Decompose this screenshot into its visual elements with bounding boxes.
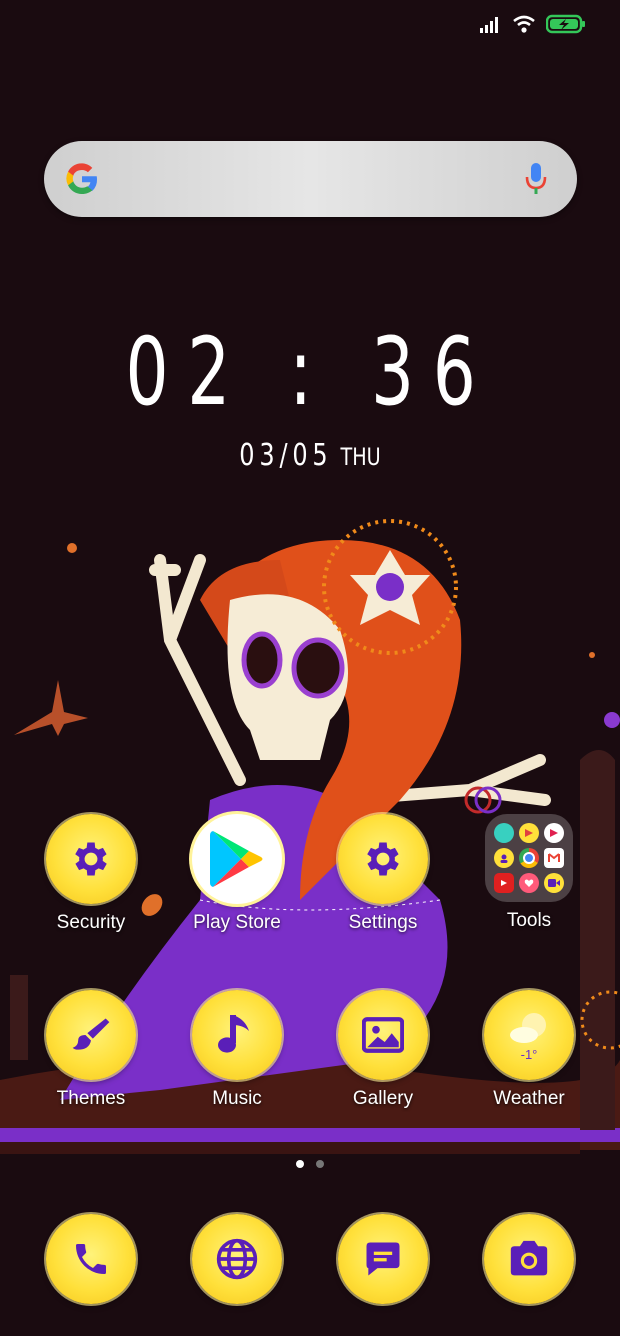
weather-temperature: -1°	[520, 1047, 538, 1062]
mini-app-icon	[494, 823, 514, 843]
mini-app-icon	[494, 873, 514, 893]
app-settings[interactable]: Settings	[323, 814, 443, 934]
mini-app-icon	[544, 873, 564, 893]
google-search-bar[interactable]	[44, 141, 577, 217]
app-label: Settings	[348, 912, 418, 933]
image-icon	[338, 990, 428, 1080]
mini-app-icon	[544, 848, 564, 868]
phone-icon	[46, 1214, 136, 1304]
app-gallery[interactable]: Gallery	[323, 990, 443, 1110]
app-music[interactable]: Music	[177, 990, 297, 1110]
music-note-icon	[192, 990, 282, 1080]
page-dot[interactable]	[316, 1160, 324, 1168]
app-label: Security	[56, 912, 126, 933]
mini-app-icon	[519, 848, 539, 868]
dock-browser[interactable]	[177, 1214, 297, 1304]
app-label: Weather	[493, 1088, 565, 1109]
app-label: Gallery	[352, 1088, 414, 1109]
gear-icon	[46, 814, 136, 904]
app-play-store[interactable]: Play Store	[177, 814, 297, 934]
app-label: Play Store	[193, 912, 281, 933]
status-bar	[480, 14, 586, 34]
date-value: 03/05	[239, 438, 333, 473]
clock-date: 03/05 THU	[62, 438, 558, 473]
browser-globe-icon	[192, 1214, 282, 1304]
mini-app-icon	[494, 848, 514, 868]
app-themes[interactable]: Themes	[31, 990, 151, 1110]
weather-icon: -1°	[484, 990, 574, 1080]
app-label: Themes	[56, 1088, 126, 1109]
dock-phone[interactable]	[31, 1214, 151, 1304]
google-logo-icon	[66, 163, 98, 195]
gear-icon	[338, 814, 428, 904]
app-weather[interactable]: -1° Weather	[469, 990, 589, 1110]
app-label: Music	[212, 1088, 262, 1109]
page-dot-active[interactable]	[296, 1160, 304, 1168]
camera-icon	[484, 1214, 574, 1304]
messages-icon	[338, 1214, 428, 1304]
dock-messages[interactable]	[323, 1214, 443, 1304]
paintbrush-icon	[46, 990, 136, 1080]
folder-icon	[485, 814, 573, 902]
app-security[interactable]: Security	[31, 814, 151, 934]
signal-icon	[480, 17, 498, 33]
mini-app-icon	[519, 823, 539, 843]
page-indicator	[0, 1160, 620, 1168]
folder-tools[interactable]: Tools	[469, 814, 589, 932]
play-store-icon	[192, 814, 282, 904]
app-label: Tools	[506, 910, 552, 931]
battery-charging-icon	[546, 14, 585, 34]
clock-time[interactable]: 02 : 36	[87, 318, 533, 427]
dock-camera[interactable]	[469, 1214, 589, 1304]
microphone-icon[interactable]	[525, 163, 547, 195]
day-of-week: THU	[340, 443, 381, 471]
wifi-icon	[513, 15, 535, 33]
mini-app-icon	[544, 823, 564, 843]
mini-app-icon	[519, 873, 539, 893]
